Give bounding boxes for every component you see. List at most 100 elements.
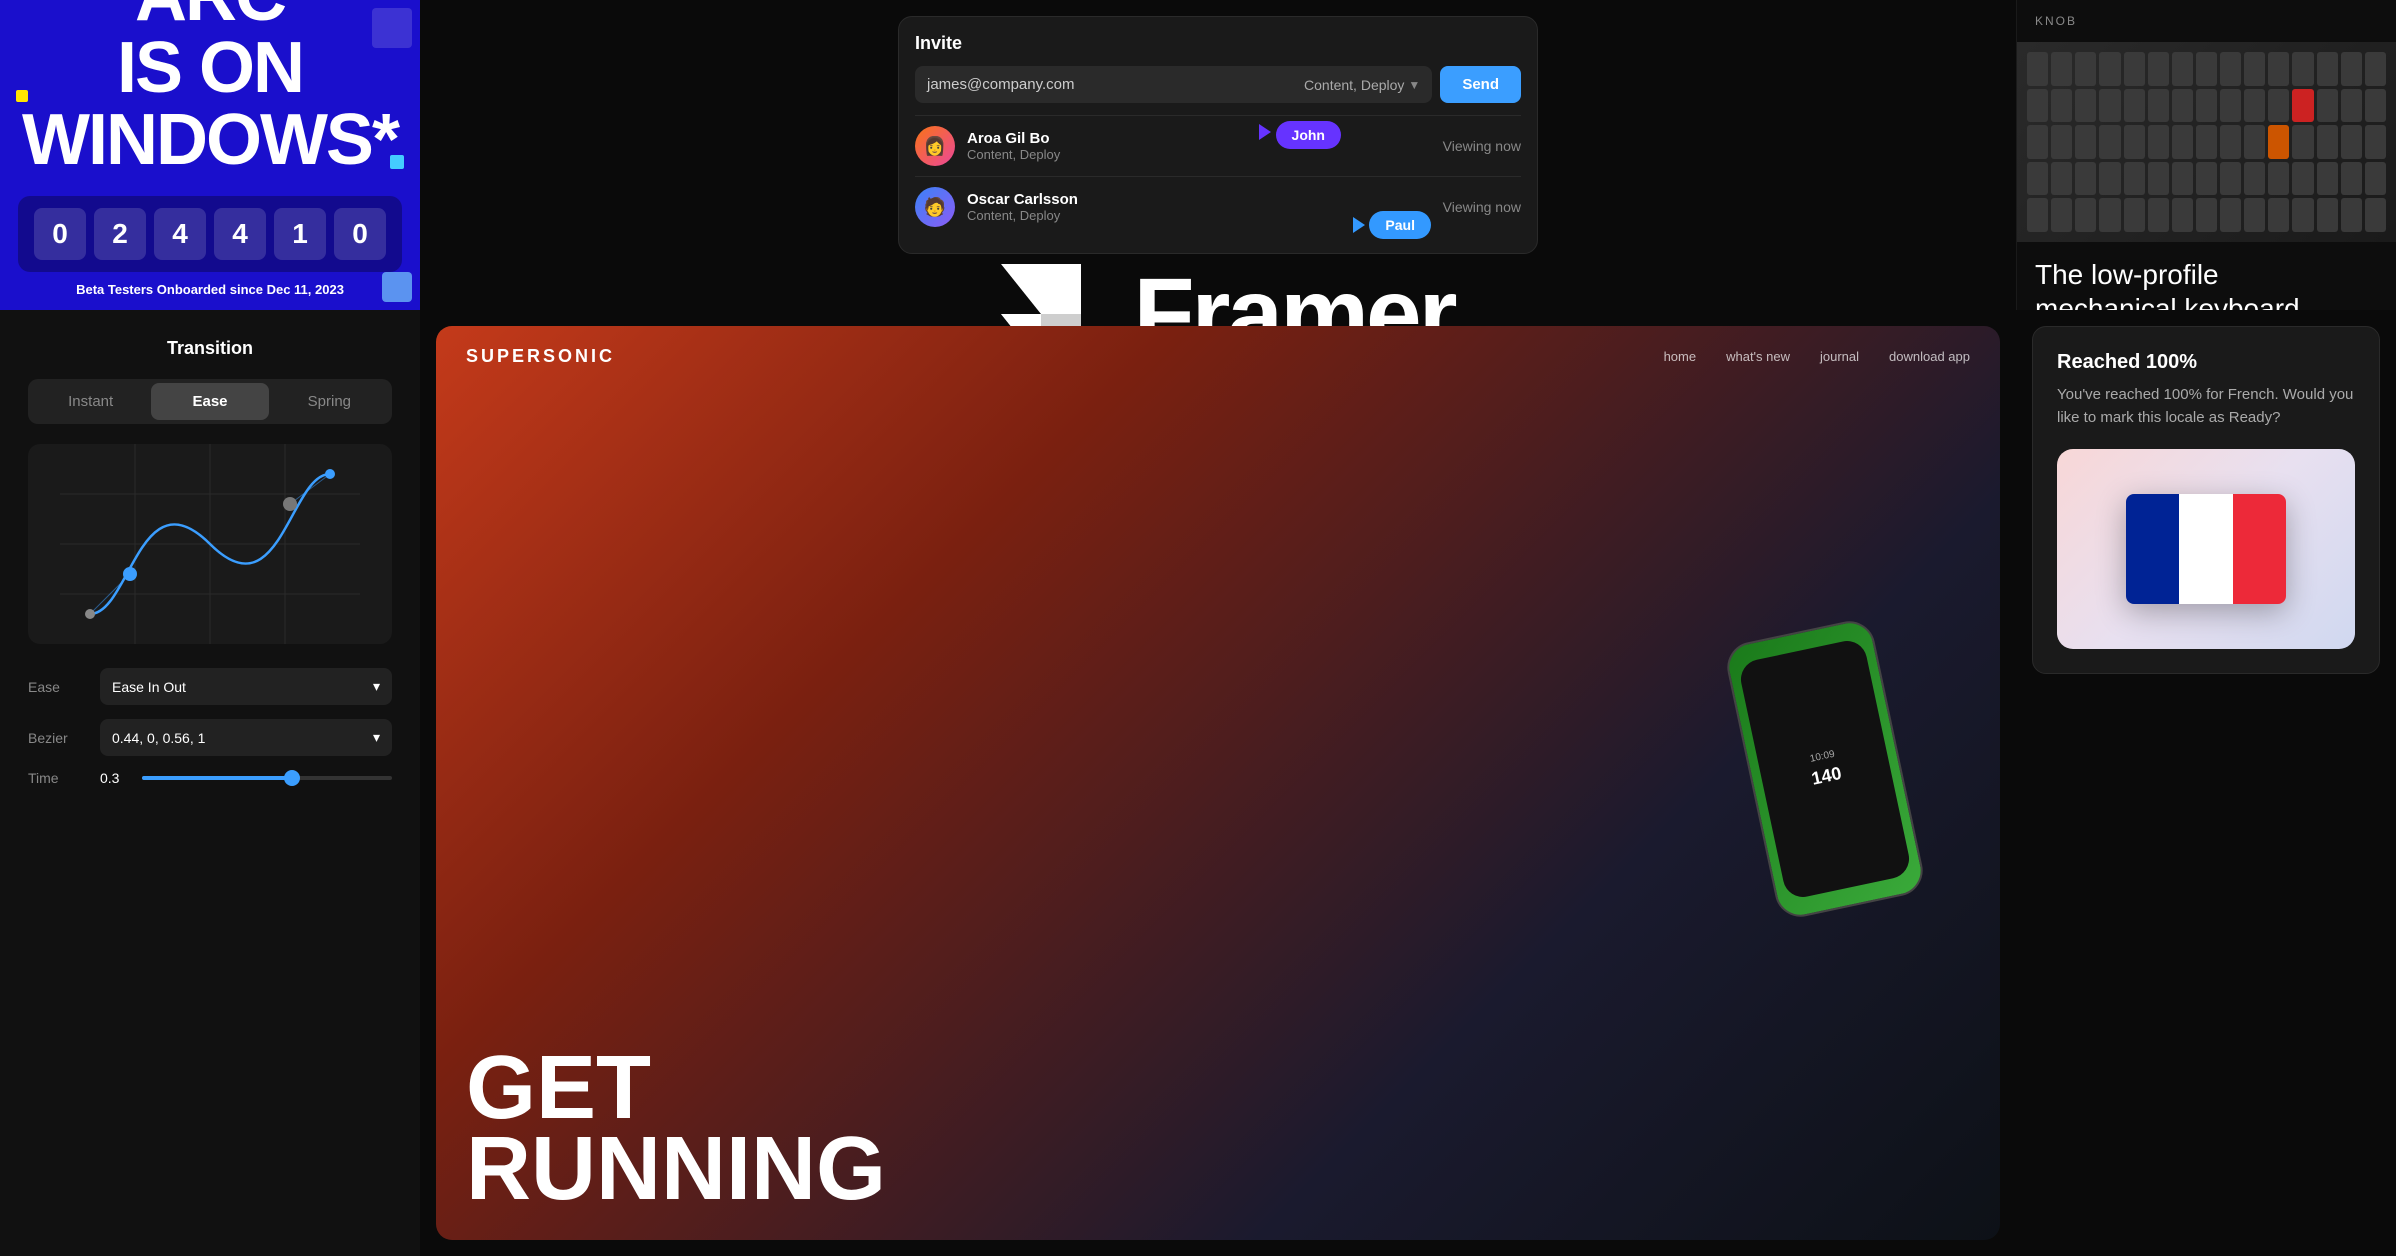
- invite-email: james@company.com: [927, 76, 1296, 93]
- time-slider-track[interactable]: [142, 776, 392, 780]
- nav-whats-new[interactable]: what's new: [1726, 349, 1790, 364]
- key: [2365, 52, 2386, 86]
- bezier-select[interactable]: 0.44, 0, 0.56, 1 ▾: [100, 719, 392, 756]
- tab-instant[interactable]: Instant: [32, 383, 149, 420]
- viewing-now-oscar: Viewing now: [1443, 199, 1521, 215]
- supersonic-nav-links: home what's new journal download app: [1664, 349, 1970, 364]
- key: [2341, 89, 2362, 123]
- key: [2172, 198, 2193, 232]
- key: [2124, 162, 2145, 196]
- transition-tabs: Instant Ease Spring: [28, 379, 392, 424]
- key: [2075, 89, 2096, 123]
- digit-5: 0: [334, 208, 386, 260]
- reached-card: Reached 100% You've reached 100% for Fre…: [2032, 326, 2380, 674]
- key: [2075, 198, 2096, 232]
- key: [2172, 52, 2193, 86]
- slider-thumb[interactable]: [284, 770, 300, 786]
- invite-user-row-1: 👩 Aroa Gil Bo Content, Deploy John Viewi…: [915, 115, 1521, 176]
- key: [2244, 52, 2265, 86]
- user-info-aroa: Aroa Gil Bo Content, Deploy: [967, 130, 1431, 162]
- key: [2124, 198, 2145, 232]
- key: [2220, 162, 2241, 196]
- supersonic-nav: SUPERSONIC home what's new journal downl…: [436, 326, 2000, 387]
- ease-field-row: Ease Ease In Out ▾: [28, 668, 392, 705]
- paul-cursor-arrow: [1353, 217, 1365, 233]
- key: [2027, 89, 2048, 123]
- key: [2172, 125, 2193, 159]
- key: [2148, 162, 2169, 196]
- invite-role-selector[interactable]: Content, Deploy ▼: [1304, 77, 1420, 93]
- supersonic-overlay: SUPERSONIC home what's new journal downl…: [436, 326, 2000, 1240]
- arc-counter: 0 2 4 4 1 0: [18, 196, 402, 272]
- key: [2365, 125, 2386, 159]
- key-orange: [2268, 125, 2289, 159]
- key: [2172, 162, 2193, 196]
- arc-corner-tl: [372, 8, 412, 48]
- key: [2075, 125, 2096, 159]
- key: [2317, 89, 2338, 123]
- key: [2341, 125, 2362, 159]
- bezier-canvas: [28, 444, 392, 644]
- key: [2220, 125, 2241, 159]
- bezier-value: 0.44, 0, 0.56, 1: [112, 730, 205, 746]
- key: [2124, 52, 2145, 86]
- nav-download[interactable]: download app: [1889, 349, 1970, 364]
- key: [2075, 52, 2096, 86]
- avatar-aroa: 👩: [915, 126, 955, 166]
- ease-select[interactable]: Ease In Out ▾: [100, 668, 392, 705]
- supersonic-card: SUPERSONIC home what's new journal downl…: [436, 326, 2000, 1240]
- key: [2341, 162, 2362, 196]
- key: [2365, 162, 2386, 196]
- invite-title: Invite: [915, 33, 1521, 54]
- digit-3: 4: [214, 208, 266, 260]
- french-flag: [2126, 494, 2286, 604]
- key: [2051, 89, 2072, 123]
- key: [2027, 125, 2048, 159]
- cursor-john: John: [1259, 121, 1341, 149]
- flag-white: [2179, 494, 2232, 604]
- key: [2220, 198, 2241, 232]
- send-button[interactable]: Send: [1440, 66, 1521, 103]
- key: [2268, 89, 2289, 123]
- knob-headline: The low-profilemechanical keyboardof you…: [2035, 258, 2378, 310]
- bezier-field-row: Bezier 0.44, 0, 0.56, 1 ▾: [28, 719, 392, 756]
- key: [2317, 198, 2338, 232]
- avatar-oscar: 🧑: [915, 187, 955, 227]
- main-grid: ARC IS ON WINDOWS* 0 2 4 4 1 0 Beta Test…: [0, 0, 2396, 1256]
- tab-ease[interactable]: Ease: [151, 383, 268, 420]
- nav-home[interactable]: home: [1664, 349, 1697, 364]
- key: [2172, 89, 2193, 123]
- ease-select-value: Ease In Out: [112, 679, 186, 695]
- key: [2244, 198, 2265, 232]
- transition-title: Transition: [28, 338, 392, 359]
- time-field-row: Time 0.3: [28, 770, 392, 786]
- chevron-icon: ▼: [1408, 78, 1420, 92]
- key: [2365, 198, 2386, 232]
- digit-2: 4: [154, 208, 206, 260]
- center-area: Invite james@company.com Content, Deploy…: [420, 0, 2016, 310]
- user-name-aroa: Aroa Gil Bo: [967, 130, 1431, 147]
- john-cursor-label: John: [1276, 121, 1341, 149]
- supersonic-headline: GET RUNNING: [466, 1048, 886, 1210]
- ease-label: Ease: [28, 679, 88, 695]
- arc-dot-decoration: [16, 90, 28, 102]
- key: [2099, 89, 2120, 123]
- nav-journal[interactable]: journal: [1820, 349, 1859, 364]
- key: [2027, 162, 2048, 196]
- supersonic-logo: SUPERSONIC: [466, 346, 615, 367]
- key: [2075, 162, 2096, 196]
- key: [2244, 89, 2265, 123]
- arc-corner-ml: [390, 155, 404, 169]
- knob-text-area: The low-profilemechanical keyboardof you…: [2017, 242, 2396, 310]
- chevron-down-icon: ▾: [373, 678, 380, 695]
- transition-card: Transition Instant Ease Spring: [0, 310, 420, 1256]
- key: [2196, 52, 2217, 86]
- key: [2292, 125, 2313, 159]
- key: [2148, 125, 2169, 159]
- key: [2292, 52, 2313, 86]
- tab-spring[interactable]: Spring: [271, 383, 388, 420]
- key: [2268, 52, 2289, 86]
- key: [2148, 89, 2169, 123]
- key: [2268, 198, 2289, 232]
- key: [2124, 125, 2145, 159]
